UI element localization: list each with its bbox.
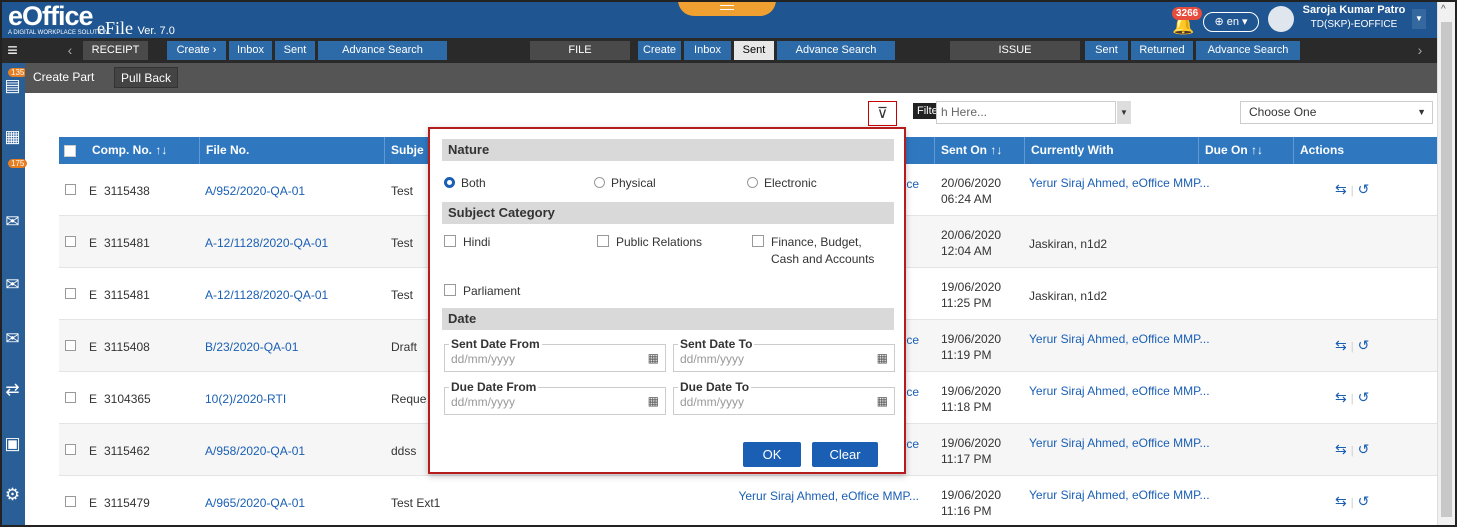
window-border [0, 0, 1457, 527]
